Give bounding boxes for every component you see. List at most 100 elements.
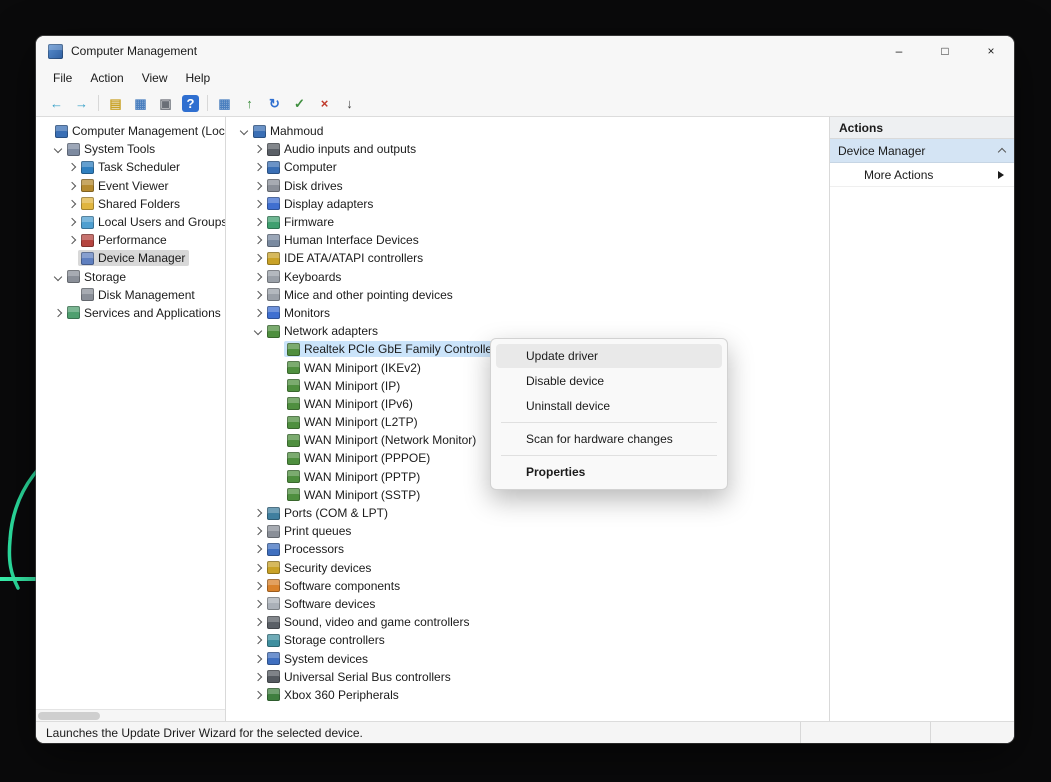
- status-text: Launches the Update Driver Wizard for th…: [36, 726, 800, 740]
- device-item-label: WAN Miniport (PPTP): [304, 470, 420, 484]
- console-tree-item[interactable]: Task Scheduler: [36, 158, 225, 176]
- expander-icon[interactable]: [252, 180, 264, 192]
- expander-icon[interactable]: [66, 161, 78, 173]
- minimize-button[interactable]: –: [876, 36, 922, 66]
- expander-icon[interactable]: [52, 307, 64, 319]
- expander-icon[interactable]: [252, 671, 264, 683]
- console-tree-item[interactable]: Shared Folders: [36, 195, 225, 213]
- menu-item[interactable]: View: [133, 68, 177, 88]
- chevron-up-icon[interactable]: [996, 145, 1008, 157]
- menu-item[interactable]: Help: [177, 68, 220, 88]
- device-tree-item[interactable]: Ports (COM & LPT): [226, 504, 829, 522]
- console-tree-item[interactable]: Disk Management: [36, 286, 225, 304]
- expander-icon[interactable]: [252, 216, 264, 228]
- properties-button[interactable]: ▣: [153, 92, 178, 114]
- close-button[interactable]: ×: [968, 36, 1014, 66]
- expander-icon[interactable]: [252, 289, 264, 301]
- device-tree-item[interactable]: Human Interface Devices: [226, 231, 829, 249]
- device-tree-item[interactable]: Audio inputs and outputs: [226, 140, 829, 158]
- device-tree-item[interactable]: Keyboards: [226, 268, 829, 286]
- network-adapter-icon: [287, 361, 300, 374]
- expander-icon[interactable]: [66, 234, 78, 246]
- expander-icon[interactable]: [252, 689, 264, 701]
- device-tree-item[interactable]: Security devices: [226, 559, 829, 577]
- device-tree-item[interactable]: IDE ATA/ATAPI controllers: [226, 249, 829, 267]
- expander-icon[interactable]: [66, 216, 78, 228]
- context-menu: Update driver Disable device Uninstall d…: [490, 338, 728, 490]
- device-tree-item[interactable]: Mahmoud: [226, 122, 829, 140]
- actions-group-device-manager[interactable]: Device Manager: [830, 139, 1014, 163]
- title-bar[interactable]: Computer Management – □ ×: [36, 36, 1014, 66]
- device-status-button[interactable]: ✓: [287, 92, 312, 114]
- device-tree-item[interactable]: Storage controllers: [226, 631, 829, 649]
- show-console-tree-button[interactable]: ▦: [128, 92, 153, 114]
- expander-icon[interactable]: [252, 653, 264, 665]
- context-menu-item[interactable]: Update driver: [496, 344, 722, 368]
- update-driver-button[interactable]: ↑: [237, 92, 262, 114]
- maximize-button[interactable]: □: [922, 36, 968, 66]
- expander-icon[interactable]: [52, 143, 64, 155]
- device-tree-item[interactable]: Sound, video and game controllers: [226, 613, 829, 631]
- expander-icon[interactable]: [252, 252, 264, 264]
- context-menu-item[interactable]: Disable device: [496, 369, 722, 393]
- console-tree-item[interactable]: Storage: [36, 268, 225, 286]
- expander-icon[interactable]: [252, 143, 264, 155]
- uninstall-device-button[interactable]: ×: [312, 92, 337, 114]
- device-tree-item[interactable]: Xbox 360 Peripherals: [226, 686, 829, 704]
- back-button[interactable]: ←: [44, 92, 69, 114]
- context-menu-item[interactable]: Uninstall device: [496, 394, 722, 418]
- device-tree-item[interactable]: Firmware: [226, 213, 829, 231]
- actions-pane-button[interactable]: ▦: [212, 92, 237, 114]
- console-tree-item[interactable]: Services and Applications: [36, 304, 225, 322]
- expander-icon[interactable]: [252, 598, 264, 610]
- device-tree-item[interactable]: Software components: [226, 577, 829, 595]
- menu-item[interactable]: Action: [81, 68, 132, 88]
- device-tree-item[interactable]: Processors: [226, 540, 829, 558]
- expander-icon[interactable]: [252, 580, 264, 592]
- device-tree-item[interactable]: Mice and other pointing devices: [226, 286, 829, 304]
- export-list-button[interactable]: ▤: [103, 92, 128, 114]
- device-tree-item[interactable]: Monitors: [226, 304, 829, 322]
- disable-device-button[interactable]: ↓: [337, 92, 362, 114]
- menu-item[interactable]: File: [44, 68, 81, 88]
- scrollbar-thumb[interactable]: [38, 712, 100, 720]
- console-tree-item[interactable]: Performance: [36, 231, 225, 249]
- expander-icon[interactable]: [238, 125, 250, 137]
- device-tree-item[interactable]: Computer: [226, 158, 829, 176]
- device-tree-item[interactable]: System devices: [226, 649, 829, 667]
- console-tree-item[interactable]: Device Manager: [36, 249, 225, 267]
- expander-icon[interactable]: [252, 198, 264, 210]
- expander-icon[interactable]: [252, 507, 264, 519]
- toolbar-entry: ×: [312, 92, 337, 114]
- horizontal-scrollbar[interactable]: [36, 709, 225, 721]
- help-button[interactable]: ?: [178, 92, 203, 114]
- expander-icon[interactable]: [252, 634, 264, 646]
- console-tree-item[interactable]: System Tools: [36, 140, 225, 158]
- context-menu-item[interactable]: Properties: [496, 460, 722, 484]
- forward-button[interactable]: →: [69, 92, 94, 114]
- expander-icon[interactable]: [252, 525, 264, 537]
- device-tree-item[interactable]: Software devices: [226, 595, 829, 613]
- expander-icon[interactable]: [252, 307, 264, 319]
- more-actions-item[interactable]: More Actions: [830, 163, 1014, 187]
- device-tree-item[interactable]: Universal Serial Bus controllers: [226, 668, 829, 686]
- expander-icon[interactable]: [66, 198, 78, 210]
- expander-icon[interactable]: [252, 325, 264, 337]
- expander-icon[interactable]: [66, 180, 78, 192]
- console-tree-item[interactable]: Event Viewer: [36, 177, 225, 195]
- expander-icon[interactable]: [252, 543, 264, 555]
- context-menu-item[interactable]: Scan for hardware changes: [496, 427, 722, 451]
- scan-hardware-button[interactable]: ↻: [262, 92, 287, 114]
- console-tree-item[interactable]: Computer Management (Local: [36, 122, 225, 140]
- expander-icon[interactable]: [252, 161, 264, 173]
- expander-icon[interactable]: [252, 271, 264, 283]
- device-tree-item[interactable]: Display adapters: [226, 195, 829, 213]
- expander-icon[interactable]: [252, 234, 264, 246]
- expander-icon[interactable]: [52, 271, 64, 283]
- console-tree-item[interactable]: Local Users and Groups: [36, 213, 225, 231]
- device-tree-item[interactable]: Disk drives: [226, 177, 829, 195]
- device-tree-item[interactable]: Print queues: [226, 522, 829, 540]
- expander-icon[interactable]: [252, 562, 264, 574]
- expander-icon[interactable]: [252, 616, 264, 628]
- device-item-label: Monitors: [284, 306, 330, 320]
